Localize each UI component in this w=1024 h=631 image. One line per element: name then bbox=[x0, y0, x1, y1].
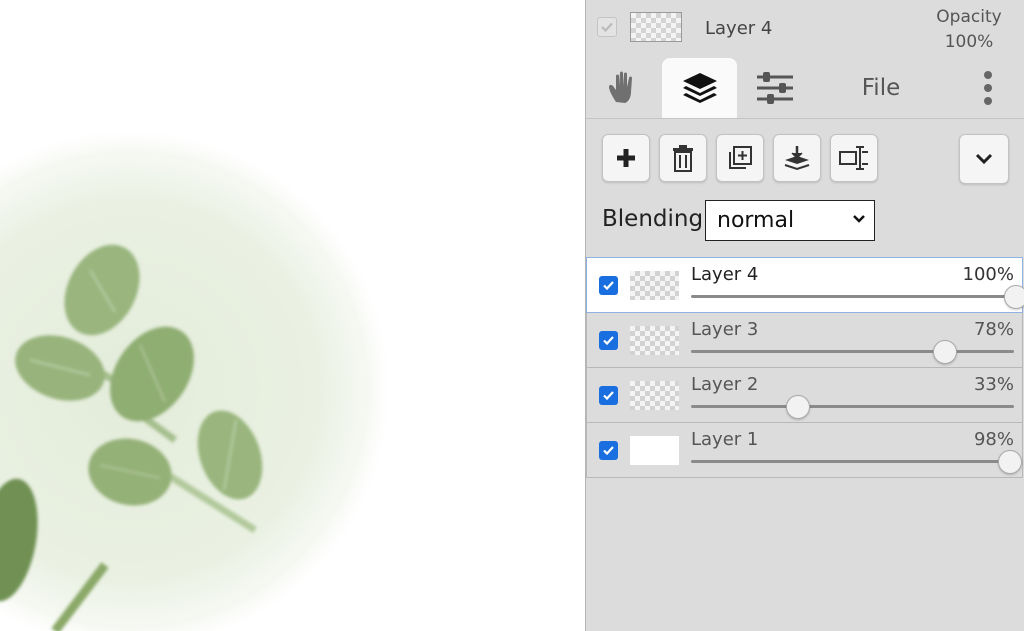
rename-layer-icon bbox=[839, 146, 868, 170]
blending-mode-select[interactable]: normal bbox=[705, 200, 875, 241]
layers-panel: Layer 4 Opacity 100% File Blending norma… bbox=[585, 0, 1024, 631]
layer-name: Layer 4 bbox=[691, 264, 759, 285]
chevron-down-icon bbox=[975, 153, 993, 165]
layer-visibility-checkbox[interactable] bbox=[599, 441, 618, 460]
layers-icon bbox=[682, 73, 717, 103]
layer-row-layer-3[interactable]: Layer 3 78% bbox=[586, 312, 1023, 368]
layer-list: Layer 4 100% Layer 3 78% Layer 2 33% Lay… bbox=[586, 257, 1024, 478]
hand-icon bbox=[609, 71, 632, 103]
current-layer-thumbnail bbox=[630, 12, 682, 42]
merge-down-button[interactable] bbox=[773, 134, 821, 182]
tab-adjustments[interactable] bbox=[741, 58, 809, 118]
layer-opacity-slider[interactable] bbox=[691, 405, 1014, 408]
layer-row-layer-2[interactable]: Layer 2 33% bbox=[586, 367, 1023, 423]
current-layer-visibility-checkbox[interactable] bbox=[597, 17, 617, 37]
current-layer-header: Layer 4 Opacity 100% bbox=[586, 0, 1024, 58]
layer-opacity-slider-handle[interactable] bbox=[786, 395, 811, 419]
sliders-icon bbox=[757, 72, 793, 104]
opacity-readout[interactable]: Opacity 100% bbox=[929, 5, 1009, 55]
blending-label: Blending bbox=[602, 206, 704, 232]
layer-opacity-slider-handle[interactable] bbox=[1004, 285, 1024, 309]
layer-visibility-checkbox[interactable] bbox=[599, 331, 618, 350]
current-layer-name: Layer 4 bbox=[705, 18, 773, 39]
layer-opacity-value: 33% bbox=[973, 374, 1014, 395]
tab-layers[interactable] bbox=[662, 58, 737, 118]
tab-file[interactable]: File bbox=[841, 58, 921, 118]
add-layer-icon bbox=[617, 149, 635, 167]
layer-thumbnail bbox=[630, 436, 679, 465]
blending-mode-value: normal bbox=[717, 208, 795, 233]
check-icon bbox=[601, 22, 613, 33]
layer-name: Layer 3 bbox=[691, 319, 759, 340]
tab-hand[interactable] bbox=[594, 58, 656, 118]
layer-opacity-slider[interactable] bbox=[691, 350, 1014, 353]
layer-visibility-checkbox[interactable] bbox=[599, 386, 618, 405]
layer-thumbnail bbox=[630, 326, 679, 355]
duplicate-layer-icon bbox=[729, 146, 752, 169]
add-layer-button[interactable] bbox=[602, 134, 650, 182]
check-icon bbox=[603, 281, 614, 291]
rename-layer-button[interactable] bbox=[830, 134, 878, 182]
layer-visibility-checkbox[interactable] bbox=[599, 276, 618, 295]
layer-opacity-value: 100% bbox=[962, 264, 1014, 285]
layer-opacity-slider-handle[interactable] bbox=[997, 450, 1022, 474]
canvas-painting bbox=[0, 125, 395, 631]
layer-row-layer-1[interactable]: Layer 1 98% bbox=[586, 422, 1023, 478]
opacity-value: 100% bbox=[944, 32, 994, 52]
check-icon bbox=[603, 446, 614, 456]
layer-opacity-value: 78% bbox=[973, 319, 1014, 340]
layer-opacity-slider[interactable] bbox=[691, 295, 1014, 298]
check-icon bbox=[603, 336, 614, 346]
layer-opacity-slider[interactable] bbox=[691, 460, 1014, 463]
layer-name: Layer 1 bbox=[691, 429, 759, 450]
layer-name: Layer 2 bbox=[691, 374, 759, 395]
collapse-panel-button[interactable] bbox=[959, 134, 1009, 184]
merge-down-icon bbox=[784, 146, 810, 171]
layer-thumbnail bbox=[630, 381, 679, 410]
layer-thumbnail bbox=[630, 271, 679, 300]
chevron-down-icon bbox=[853, 215, 865, 223]
layer-opacity-slider-handle[interactable] bbox=[932, 340, 957, 364]
panel-tabs: File bbox=[586, 58, 1024, 119]
duplicate-layer-button[interactable] bbox=[716, 134, 764, 182]
delete-layer-button[interactable] bbox=[659, 134, 707, 182]
layer-row-layer-4[interactable]: Layer 4 100% bbox=[586, 257, 1024, 313]
delete-layer-icon bbox=[673, 145, 693, 172]
layer-opacity-value: 98% bbox=[973, 429, 1014, 450]
opacity-label: Opacity bbox=[936, 7, 1002, 27]
drawing-canvas[interactable] bbox=[0, 0, 585, 631]
check-icon bbox=[603, 391, 614, 401]
tab-more[interactable] bbox=[966, 58, 1010, 118]
more-vertical-icon bbox=[984, 71, 992, 105]
